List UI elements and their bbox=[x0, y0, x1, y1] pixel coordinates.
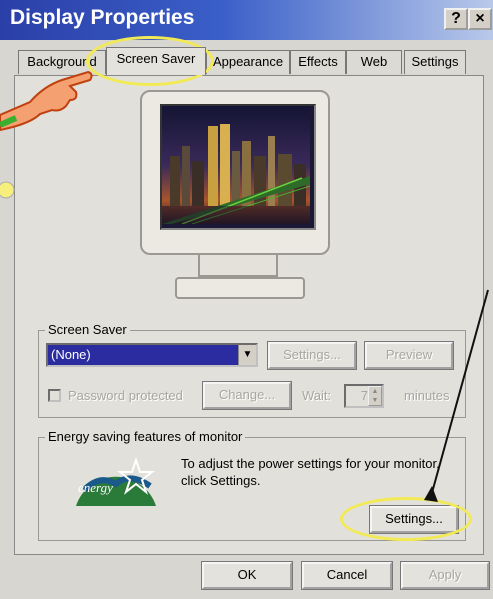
screen-saver-settings-button[interactable]: Settings... bbox=[267, 341, 357, 370]
tab-screen-saver[interactable]: Screen Saver bbox=[106, 47, 206, 75]
energy-group-label: Energy saving features of monitor bbox=[45, 429, 246, 444]
tab-appearance[interactable]: Appearance bbox=[206, 50, 290, 74]
screen-saver-selected-value: (None) bbox=[48, 345, 238, 365]
title-bar[interactable]: Display Properties ? × bbox=[0, 0, 493, 40]
screen-saver-group-label: Screen Saver bbox=[45, 322, 130, 337]
energy-description-line1: To adjust the power settings for your mo… bbox=[181, 456, 440, 471]
preview-button[interactable]: Preview bbox=[364, 341, 454, 370]
screen-preview-image bbox=[160, 104, 316, 230]
help-button[interactable]: ? bbox=[444, 8, 468, 30]
tab-web[interactable]: Web bbox=[346, 50, 402, 74]
apply-button[interactable]: Apply bbox=[400, 561, 490, 590]
monitor-base bbox=[175, 277, 305, 299]
wait-label: Wait: bbox=[302, 388, 332, 403]
settings-highlight-circle bbox=[340, 497, 472, 541]
password-protected-label: Password protected bbox=[68, 388, 183, 403]
tab-effects[interactable]: Effects bbox=[290, 50, 346, 74]
change-password-button[interactable]: Change... bbox=[202, 381, 292, 410]
energy-star-logo: energy bbox=[70, 450, 162, 510]
city-skyline-image bbox=[162, 106, 311, 225]
window-title: Display Properties bbox=[10, 6, 195, 29]
tab-settings[interactable]: Settings bbox=[404, 50, 466, 74]
energy-description: To adjust the power settings for your mo… bbox=[181, 455, 440, 489]
screen-saver-select[interactable]: (None) ▼ bbox=[46, 343, 258, 367]
minutes-label: minutes bbox=[404, 388, 450, 403]
monitor-neck bbox=[198, 255, 278, 277]
ok-button[interactable]: OK bbox=[201, 561, 293, 590]
close-button[interactable]: × bbox=[468, 8, 492, 30]
monitor-preview bbox=[140, 90, 330, 255]
energy-description-line2: click Settings. bbox=[181, 473, 261, 488]
wait-spinner-arrows-icon[interactable]: ▲ ▼ bbox=[368, 386, 382, 406]
password-protected-checkbox[interactable] bbox=[48, 389, 61, 402]
chevron-down-icon[interactable]: ▼ bbox=[238, 345, 256, 365]
energy-logo-text: energy bbox=[78, 480, 113, 495]
cancel-button[interactable]: Cancel bbox=[301, 561, 393, 590]
